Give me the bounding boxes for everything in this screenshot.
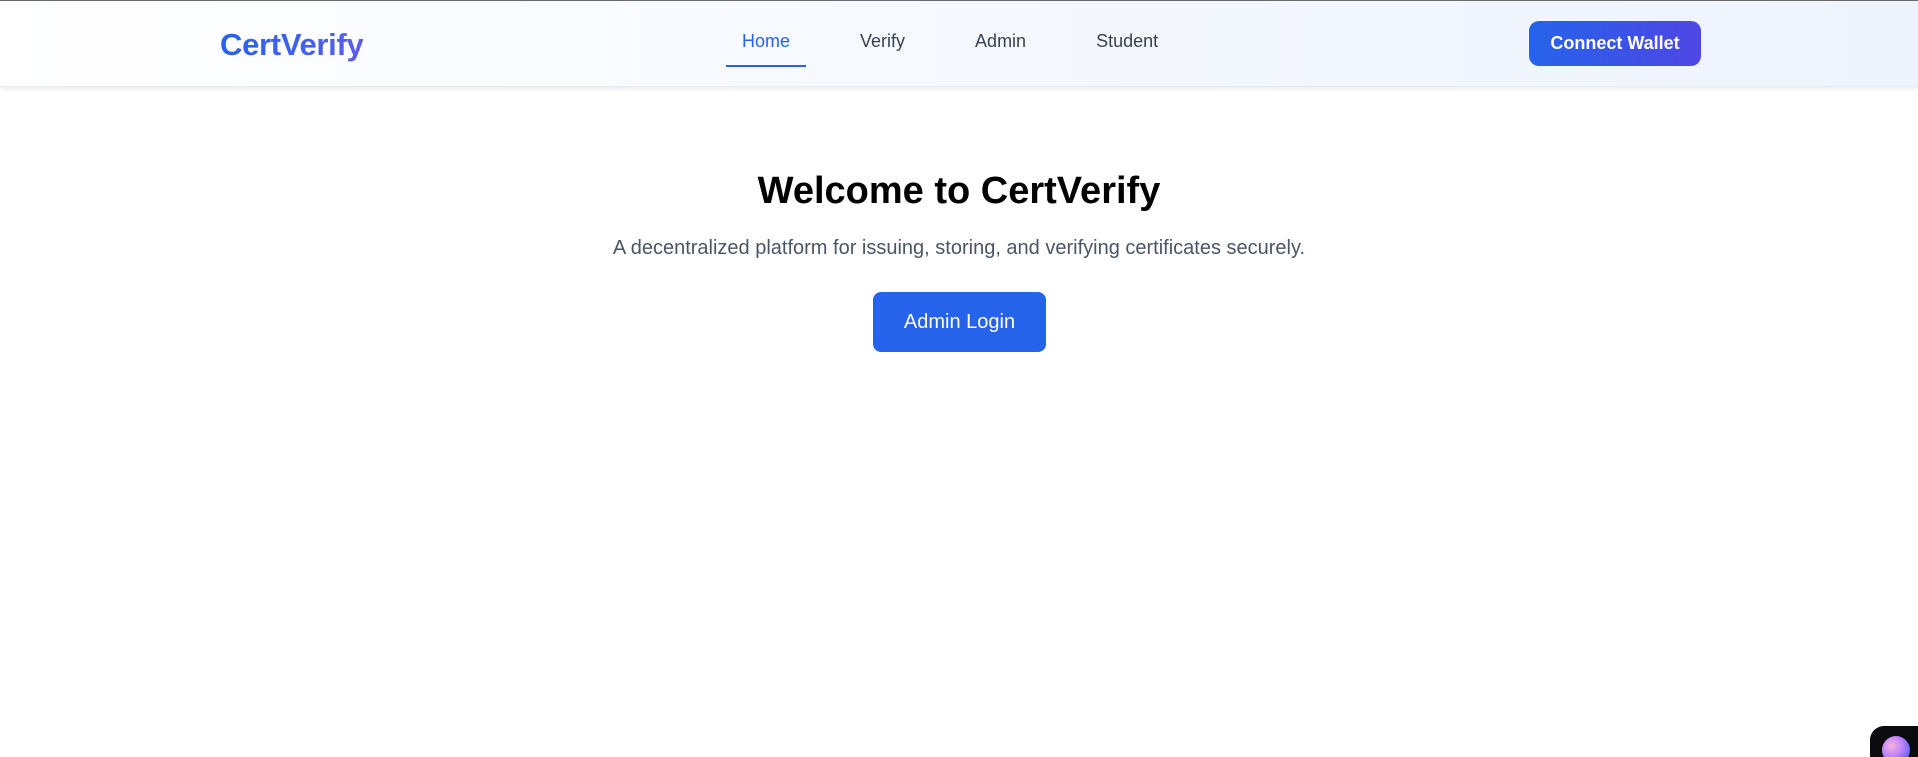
nav-link-student[interactable]: Student (1080, 29, 1174, 67)
page: CertVerify Home Verify Admin Student Con… (0, 0, 1918, 757)
top-navbar: CertVerify Home Verify Admin Student Con… (0, 1, 1918, 87)
admin-login-button[interactable]: Admin Login (873, 292, 1046, 352)
nav-link-admin[interactable]: Admin (959, 29, 1042, 67)
nav-link-admin-label: Admin (975, 31, 1027, 51)
brand-logo[interactable]: CertVerify (220, 27, 364, 63)
connect-wallet-button[interactable]: Connect Wallet (1529, 21, 1701, 66)
hero-subtitle: A decentralized platform for issuing, st… (612, 237, 1306, 259)
floating-assistant-widget[interactable] (1870, 726, 1918, 757)
nav-link-home-label: Home (742, 31, 791, 51)
hero-section: Welcome to CertVerify A decentralized pl… (0, 167, 1918, 261)
nav-link-verify[interactable]: Verify (844, 29, 921, 67)
assistant-orb-icon (1882, 736, 1910, 757)
hero-title: Welcome to CertVerify (757, 170, 1161, 212)
nav-link-student-label: Student (1096, 31, 1159, 51)
nav-link-verify-label: Verify (860, 31, 906, 51)
nav-link-home[interactable]: Home (726, 29, 807, 67)
main-nav: Home Verify Admin Student (726, 29, 1174, 67)
active-underline (726, 65, 807, 67)
